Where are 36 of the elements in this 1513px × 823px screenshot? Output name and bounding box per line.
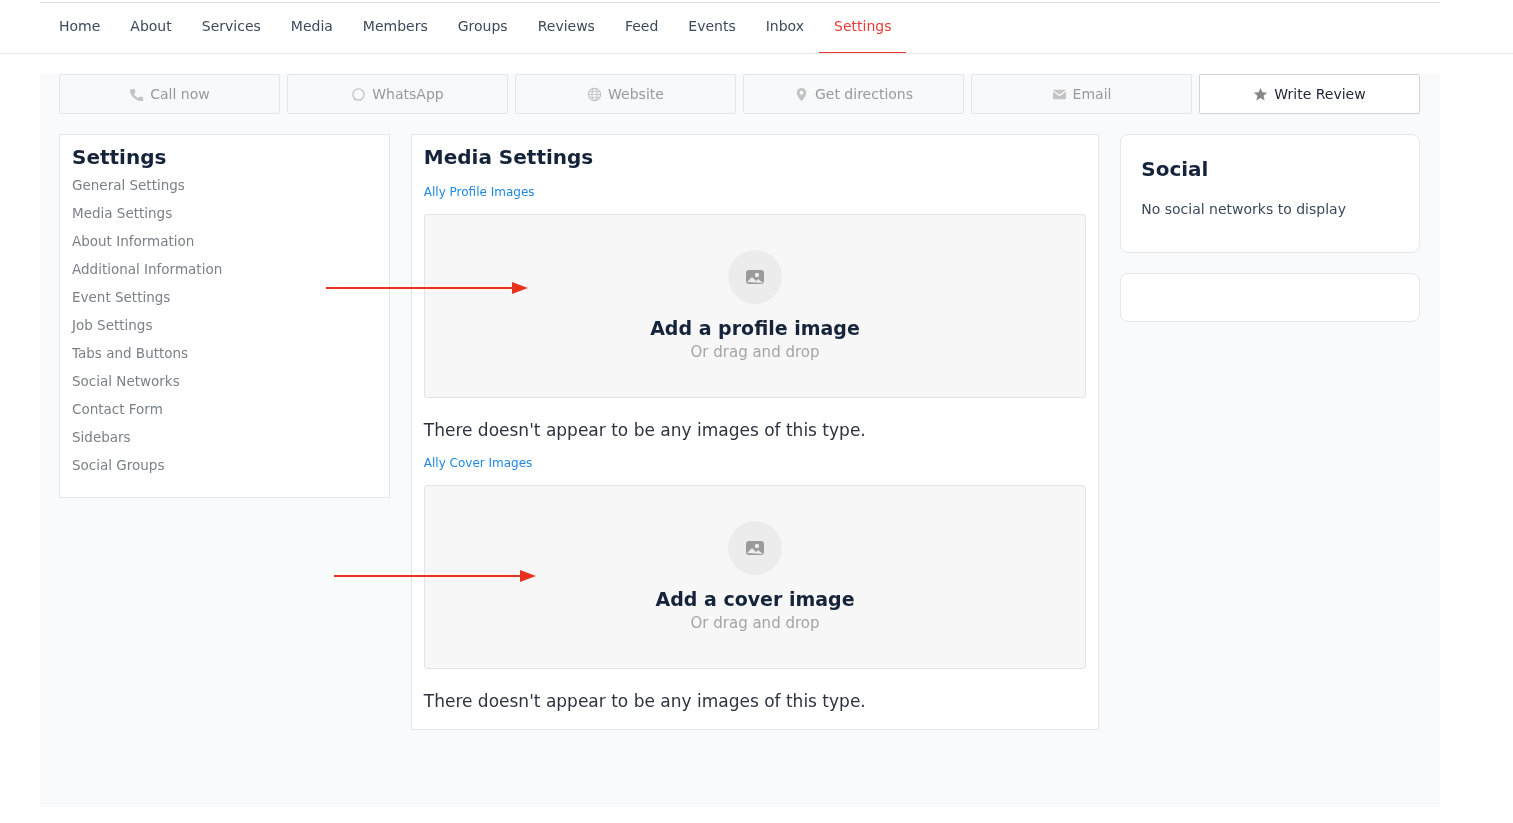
empty-message: No social networks to display xyxy=(1141,201,1347,217)
globe-icon xyxy=(587,86,603,102)
star-icon xyxy=(1253,86,1269,102)
nav-tab[interactable]: Groups xyxy=(442,0,523,53)
settings-menu-item[interactable]: Social Groups xyxy=(72,451,377,479)
settings-menu-item[interactable]: Job Settings xyxy=(72,311,377,339)
card-title: Settings xyxy=(72,145,168,169)
empty-message: There doesn't appear to be any images of this type. xyxy=(423,691,867,711)
nav-tab[interactable]: Reviews xyxy=(522,0,610,53)
nav-tab[interactable]: Events xyxy=(673,0,751,53)
phone-icon xyxy=(129,86,145,102)
nav-tab[interactable]: Members xyxy=(347,0,443,53)
section-link[interactable]: Ally Cover Images xyxy=(423,456,533,470)
nav-tab[interactable]: Services xyxy=(186,0,276,53)
nav-tab[interactable]: Home xyxy=(44,0,116,53)
settings-menu-item[interactable]: Additional Information xyxy=(72,255,377,283)
settings-menu-item[interactable]: Event Settings xyxy=(72,283,377,311)
empty-message: There doesn't appear to be any images of this type. xyxy=(423,420,867,440)
nav-tab[interactable]: About xyxy=(115,0,187,53)
settings-menu-item[interactable]: General Settings xyxy=(72,171,377,199)
upload-dropzone[interactable]: Add a profile image Or drag and drop xyxy=(423,214,1087,398)
nav-tab[interactable]: Settings xyxy=(819,0,907,53)
nav-tab[interactable]: Inbox xyxy=(750,0,820,53)
card-title: Media Settings xyxy=(423,145,595,169)
card-title: Social xyxy=(1141,157,1210,181)
nav-tab[interactable]: Media xyxy=(275,0,348,53)
settings-menu-item[interactable]: About Information xyxy=(72,227,377,255)
settings-menu-item[interactable]: Media Settings xyxy=(72,199,377,227)
settings-menu-item[interactable]: Contact Form xyxy=(72,395,377,423)
action-button[interactable]: Write Review xyxy=(1199,74,1420,114)
settings-menu-item[interactable]: Sidebars xyxy=(72,423,377,451)
section-link[interactable]: Ally Profile Images xyxy=(423,185,535,199)
upload-dropzone[interactable]: Add a cover image Or drag and drop xyxy=(423,485,1087,669)
settings-menu-item[interactable]: Tabs and Buttons xyxy=(72,339,377,367)
settings-menu-item[interactable]: Social Networks xyxy=(72,367,377,395)
nav-tab[interactable]: Feed xyxy=(609,0,674,53)
